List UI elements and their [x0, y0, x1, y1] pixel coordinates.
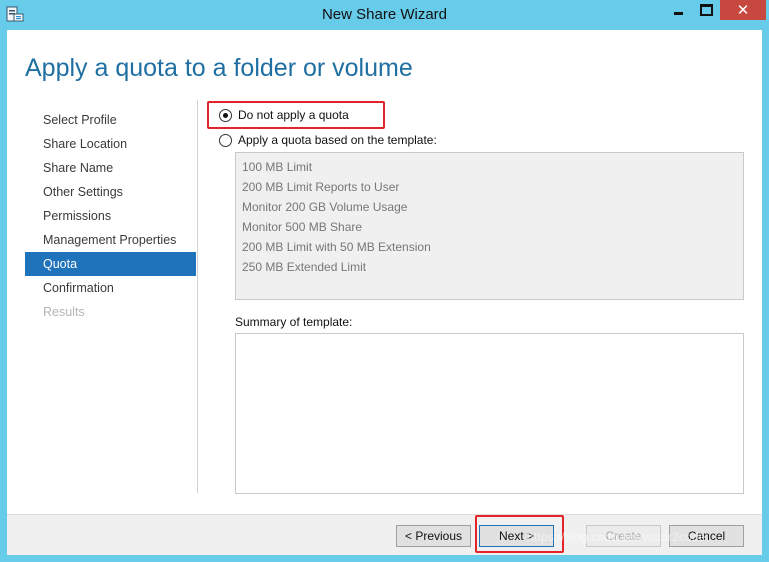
list-item[interactable]: 250 MB Extended Limit — [236, 257, 743, 277]
nav-item-quota[interactable]: Quota — [25, 252, 196, 276]
nav-item-confirmation[interactable]: Confirmation — [25, 276, 196, 300]
minimize-button[interactable] — [664, 0, 692, 20]
summary-label: Summary of template: — [235, 315, 353, 329]
list-item[interactable]: Monitor 200 GB Volume Usage — [236, 197, 743, 217]
template-quota-label: Apply a quota based on the template: — [238, 133, 437, 147]
maximize-icon — [699, 4, 713, 16]
nav-item-results: Results — [43, 305, 85, 319]
nav-item-share-location[interactable]: Share Location — [25, 132, 196, 156]
nav-divider — [197, 100, 198, 493]
nav-item-select-profile[interactable]: Select Profile — [25, 108, 196, 132]
nav-item-other-settings[interactable]: Other Settings — [25, 180, 196, 204]
wizard-window: New Share Wizard ✕ Apply a quota to a fo… — [0, 0, 769, 562]
nav-item-share-name[interactable]: Share Name — [25, 156, 196, 180]
close-icon: ✕ — [736, 0, 750, 19]
window-title: New Share Wizard — [321, 6, 448, 23]
template-list[interactable]: 100 MB Limit 200 MB Limit Reports to Use… — [235, 152, 744, 300]
watermark-text: https://blog.csdn.net/victor2code — [527, 530, 706, 544]
page-title: Apply a quota to a folder or volume — [25, 54, 413, 82]
nav-item-permissions[interactable]: Permissions — [25, 204, 196, 228]
summary-textbox[interactable] — [235, 333, 744, 494]
template-quota-option[interactable]: Apply a quota based on the template: — [219, 133, 437, 147]
wizard-steps-nav: Select Profile Share Location Share Name… — [25, 108, 196, 324]
list-item[interactable]: 200 MB Limit Reports to User — [236, 177, 743, 197]
list-item[interactable]: 100 MB Limit — [236, 157, 743, 177]
highlight-box-no-quota — [207, 101, 385, 129]
template-quota-radio[interactable] — [219, 133, 232, 147]
nav-item-management-properties[interactable]: Management Properties — [25, 228, 196, 252]
previous-button[interactable]: < Previous — [396, 525, 471, 547]
list-item[interactable]: 200 MB Limit with 50 MB Extension — [236, 237, 743, 257]
wizard-client-area: Apply a quota to a folder or volume Sele… — [7, 30, 762, 555]
maximize-button[interactable] — [692, 0, 720, 20]
close-button[interactable]: ✕ — [720, 0, 766, 20]
list-item[interactable]: Monitor 500 MB Share — [236, 217, 743, 237]
title-bar[interactable]: New Share Wizard ✕ — [0, 0, 769, 30]
minimize-icon — [673, 11, 683, 15]
